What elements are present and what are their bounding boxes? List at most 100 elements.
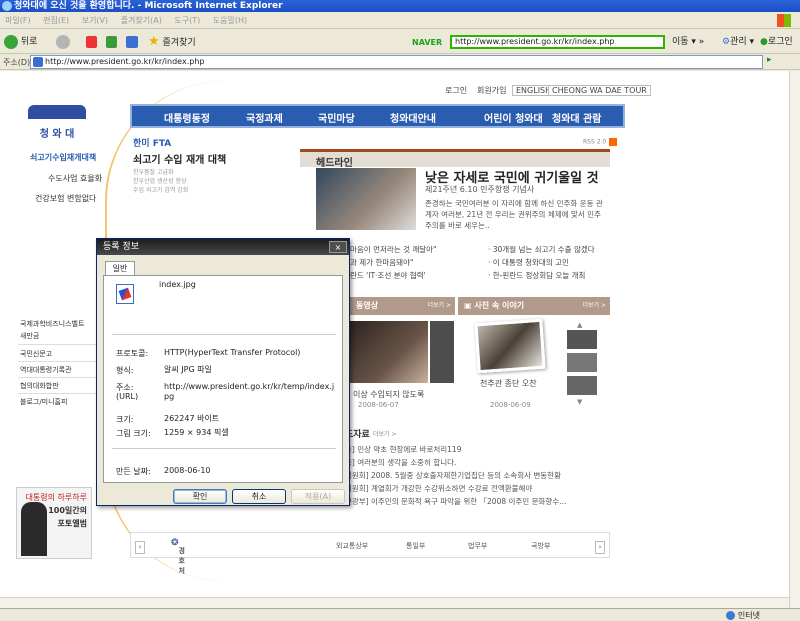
news-list-item[interactable]: · 한-핀란드 정상회담 오늘 개최: [488, 270, 585, 281]
horizontal-scrollbar[interactable]: [0, 597, 789, 608]
left-link-blog[interactable]: 블로그/미니홈피: [20, 397, 67, 407]
press-release-item[interactable]: 통] 여러분의 생각을 소중히 합니다.: [345, 457, 456, 468]
menu-edit[interactable]: 편집(E): [43, 16, 69, 25]
video-thumbnail[interactable]: [350, 321, 428, 383]
favorites-label: 즐겨찾기: [162, 38, 196, 48]
cancel-button[interactable]: 취소: [232, 489, 286, 504]
news-list-item[interactable]: 과 제가 한마음돼야": [350, 257, 413, 268]
left-nav-water[interactable]: 수도사업 효율화: [48, 173, 102, 184]
address-value: http://www.president.go.kr/kr/temp/index…: [164, 382, 335, 401]
menu-tools[interactable]: 도구(T): [174, 16, 200, 25]
photo-mini-thumbnail[interactable]: [567, 376, 597, 395]
photo-story-thumbnail[interactable]: [474, 318, 546, 374]
forward-arrow-icon: [56, 34, 70, 49]
home-button[interactable]: [126, 34, 138, 50]
vertical-scrollbar[interactable]: [789, 71, 800, 608]
press-release-item[interactable]: 위원회] 계열회가 개강한 수강위소하면 수강료 전액환불해야: [345, 483, 532, 494]
bottom-link[interactable]: 국방부: [531, 541, 550, 551]
dimensions-value: 1259 × 934 픽셀: [164, 428, 229, 437]
type-label: 형식:: [116, 366, 134, 375]
top-link-tour[interactable]: CHEONG WA DAE TOUR: [548, 85, 651, 96]
security-service-logo[interactable]: ❂ 경 호 처: [171, 538, 185, 575]
photo-album-banner[interactable]: 대통령의 하루하루 100일간의 포토앨범: [16, 487, 92, 559]
window-titlebar[interactable]: 청와대에 오신 것을 환영합니다. - Microsoft Internet E…: [0, 0, 800, 12]
press-more-link[interactable]: 더보기 >: [373, 429, 397, 438]
manage-button[interactable]: ⚙관리 ▾: [722, 34, 754, 50]
left-link-saemangeum[interactable]: 새만금: [20, 331, 39, 341]
president-photo: [21, 502, 47, 556]
tab-general[interactable]: 일반: [105, 261, 135, 275]
video-section-tab[interactable]: 동영상 더보기 >: [350, 297, 455, 315]
video-more-link[interactable]: 더보기 >: [428, 297, 452, 315]
menu-help[interactable]: 도움말(H): [213, 16, 247, 25]
zone-label: 인터넷: [737, 611, 760, 620]
nav-national-tasks[interactable]: 국정과제: [246, 110, 283, 125]
go-button[interactable]: ▸: [767, 55, 772, 65]
left-nav-beef[interactable]: 쇠고기수입재개대책: [30, 152, 96, 163]
menu-file[interactable]: 파일(F): [5, 16, 31, 25]
news-list-item[interactable]: 란드 'IT·조선 분야 협력': [350, 270, 426, 281]
bottom-link[interactable]: 통일부: [406, 541, 425, 551]
news-list-item[interactable]: · 이 대통령 청와대의 고민: [488, 257, 569, 268]
photo-story-section-tab[interactable]: ▣ 사진 속 이야기 더보기 >: [458, 297, 610, 315]
left-divider: [18, 377, 98, 378]
left-link-sinmungo[interactable]: 국민신문고: [20, 349, 52, 359]
menu-favorites[interactable]: 즐겨찾기(A): [121, 16, 162, 25]
nav-president-activities[interactable]: 대통령동정: [164, 110, 210, 125]
news-list-item[interactable]: 마음이 먼저라는 것 깨달아": [350, 244, 437, 255]
address-input[interactable]: http://www.president.go.kr/kr/index.php: [30, 55, 763, 69]
protocol-value: HTTP(HyperText Transfer Protocol): [164, 348, 301, 357]
naver-logo: NAVER: [412, 38, 443, 47]
bottom-link[interactable]: 법무부: [468, 541, 487, 551]
fta-headline[interactable]: 쇠고기 수입 재개 대책: [133, 151, 226, 166]
next-arrow-icon[interactable]: ›: [595, 541, 605, 554]
video-caption[interactable]: 이상 수입되지 않도록: [353, 389, 424, 400]
apply-button[interactable]: 적용(A): [291, 489, 345, 504]
bottom-link[interactable]: 외교통상부: [336, 541, 368, 551]
main-navigation: 대통령동정 국정과제 국민마당 청와대안내 어린이 청와대 청와대 관람: [130, 104, 625, 128]
ie-icon: [2, 1, 12, 11]
prev-arrow-icon[interactable]: ‹: [135, 541, 145, 554]
dialog-close-button[interactable]: ×: [329, 241, 347, 253]
headline-photo[interactable]: [316, 168, 416, 230]
naver-search-input[interactable]: http://www.president.go.kr/kr/index.php: [450, 35, 665, 49]
left-link-archives[interactable]: 역대대통령기록관: [20, 365, 72, 375]
address-label: 주소(D): [3, 58, 31, 67]
nav-cheongwadae-guide[interactable]: 청와대안내: [390, 110, 436, 125]
ok-button[interactable]: 확인: [173, 489, 227, 504]
press-release-item[interactable]: 통] 민상 약초 현장에로 바로처리119: [345, 444, 461, 455]
star-icon: ★: [148, 34, 160, 49]
dialog-titlebar[interactable]: 등록 정보 ×: [97, 239, 349, 255]
press-release-item[interactable]: 관광부] 이주민의 문화적 욕구 파악을 위한 「2008 이주민 문화향수..…: [345, 496, 566, 507]
site-logo[interactable]: 청 와 대: [22, 101, 92, 143]
photo-caption[interactable]: 천추관 종단 오찬: [480, 378, 537, 389]
favorites-button[interactable]: ★ 즐겨찾기: [148, 34, 196, 50]
login-button[interactable]: ●로그인: [760, 34, 793, 50]
photo-more-link[interactable]: 더보기 >: [583, 297, 607, 315]
scroll-up-arrow-icon[interactable]: ▲: [577, 321, 582, 329]
fta-line: 수입 쇠고기 검역 강화: [133, 187, 189, 194]
left-link-science-belt[interactable]: 국제과학비즈니스벨트: [20, 319, 84, 329]
left-link-harmony[interactable]: 협의대화합판: [20, 381, 59, 391]
left-nav-insurance[interactable]: 건강보험 변함없다: [35, 193, 96, 204]
move-button[interactable]: 이동 ▾ »: [672, 34, 704, 50]
photo-mini-thumbnail[interactable]: [567, 330, 597, 349]
refresh-button[interactable]: [106, 34, 117, 50]
stop-button[interactable]: [86, 34, 97, 50]
scroll-down-arrow-icon[interactable]: ▼: [577, 398, 582, 406]
forward-button[interactable]: [56, 34, 70, 50]
back-button[interactable]: 뒤로: [4, 34, 37, 50]
press-release-item[interactable]: 위원회] 2008. 5월중 상호출자제한기업집단 등의 소속회사 변동현황: [345, 470, 561, 481]
photo-mini-thumbnail[interactable]: [567, 353, 597, 372]
fta-line: 한우품질 고급화: [133, 169, 174, 176]
nav-tour[interactable]: 청와대 관람: [552, 110, 601, 125]
nav-kids[interactable]: 어린이 청와대: [484, 110, 543, 125]
video-thumbnail-partial[interactable]: [430, 321, 454, 383]
news-list-item[interactable]: · 30개월 넘는 쇠고기 수출 않겠다: [488, 244, 595, 255]
top-link-login[interactable]: 로그인: [445, 85, 467, 96]
top-link-signup[interactable]: 회원가입: [477, 85, 506, 96]
menu-view[interactable]: 보기(V): [82, 16, 108, 25]
rss-link[interactable]: RSS 2.0: [583, 138, 618, 146]
security-zone: 인터넷: [725, 610, 760, 621]
nav-citizens-forum[interactable]: 국민마당: [318, 110, 355, 125]
